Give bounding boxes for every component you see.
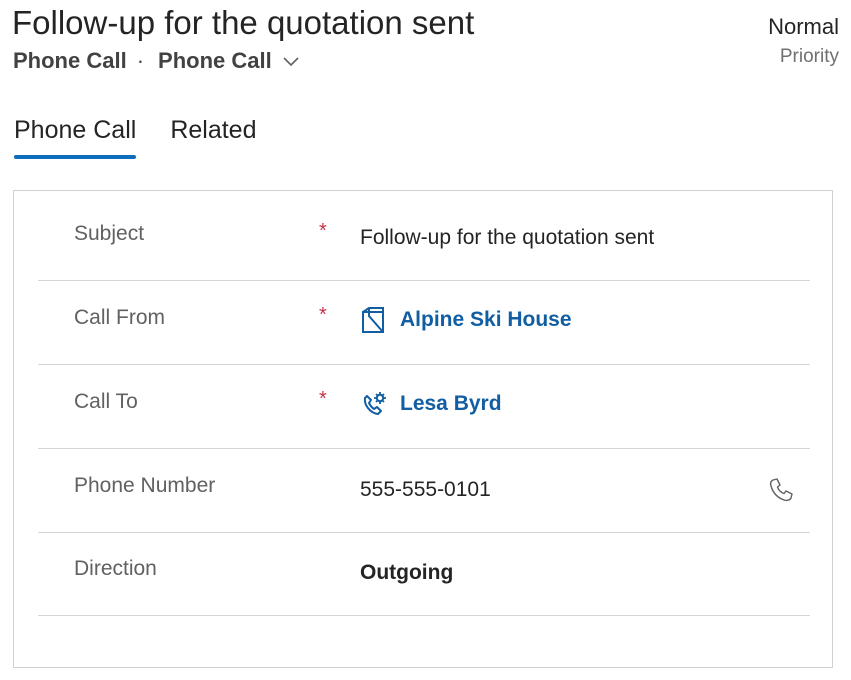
record-subtitle: Phone Call · Phone Call xyxy=(13,48,300,74)
call-to-label: Call To xyxy=(74,390,138,413)
tab-phone-call[interactable]: Phone Call xyxy=(14,112,137,159)
phone-number-row: Phone Number 555-555-0101 xyxy=(38,448,810,533)
call-from-value: Alpine Ski House xyxy=(400,308,572,331)
call-to-value: Lesa Byrd xyxy=(400,392,502,415)
contact-phone-icon xyxy=(360,390,388,418)
subject-field[interactable]: Follow-up for the quotation sent xyxy=(360,226,654,250)
call-to-lookup-link[interactable]: Lesa Byrd xyxy=(360,390,502,418)
phone-call-form-section: Subject * Follow-up for the quotation se… xyxy=(13,190,833,668)
chevron-down-icon xyxy=(282,55,300,67)
phone-number-field[interactable]: 555-555-0101 xyxy=(360,478,491,502)
direction-label: Direction xyxy=(74,557,157,580)
direction-field[interactable]: Outgoing xyxy=(360,561,453,585)
call-from-row: Call From * Alpine Ski House xyxy=(38,280,810,365)
phone-icon[interactable] xyxy=(768,477,794,508)
form-name: Phone Call xyxy=(158,48,272,73)
form-selector[interactable]: Phone Call xyxy=(158,48,300,74)
subject-row: Subject * Follow-up for the quotation se… xyxy=(38,196,810,281)
account-icon xyxy=(360,306,388,334)
separator-dot: · xyxy=(136,48,145,73)
call-from-label: Call From xyxy=(74,306,166,329)
required-indicator: * xyxy=(319,304,327,326)
priority-field: Normal Priority xyxy=(768,14,839,68)
tab-related[interactable]: Related xyxy=(170,112,256,157)
required-indicator: * xyxy=(319,220,327,242)
subject-label: Subject xyxy=(74,222,145,245)
call-to-row: Call To * Lesa Byrd xyxy=(38,364,810,449)
phone-number-label: Phone Number xyxy=(74,474,216,497)
direction-row: Direction Outgoing xyxy=(38,531,810,616)
call-from-lookup-link[interactable]: Alpine Ski House xyxy=(360,306,572,334)
tab-bar: Phone Call Related xyxy=(14,112,290,159)
priority-value: Normal xyxy=(768,14,839,39)
record-header: Follow-up for the quotation sent Phone C… xyxy=(12,0,839,90)
required-indicator: * xyxy=(319,388,327,410)
entity-name: Phone Call xyxy=(13,48,127,73)
priority-label: Priority xyxy=(779,46,839,67)
record-title: Follow-up for the quotation sent xyxy=(12,4,475,41)
